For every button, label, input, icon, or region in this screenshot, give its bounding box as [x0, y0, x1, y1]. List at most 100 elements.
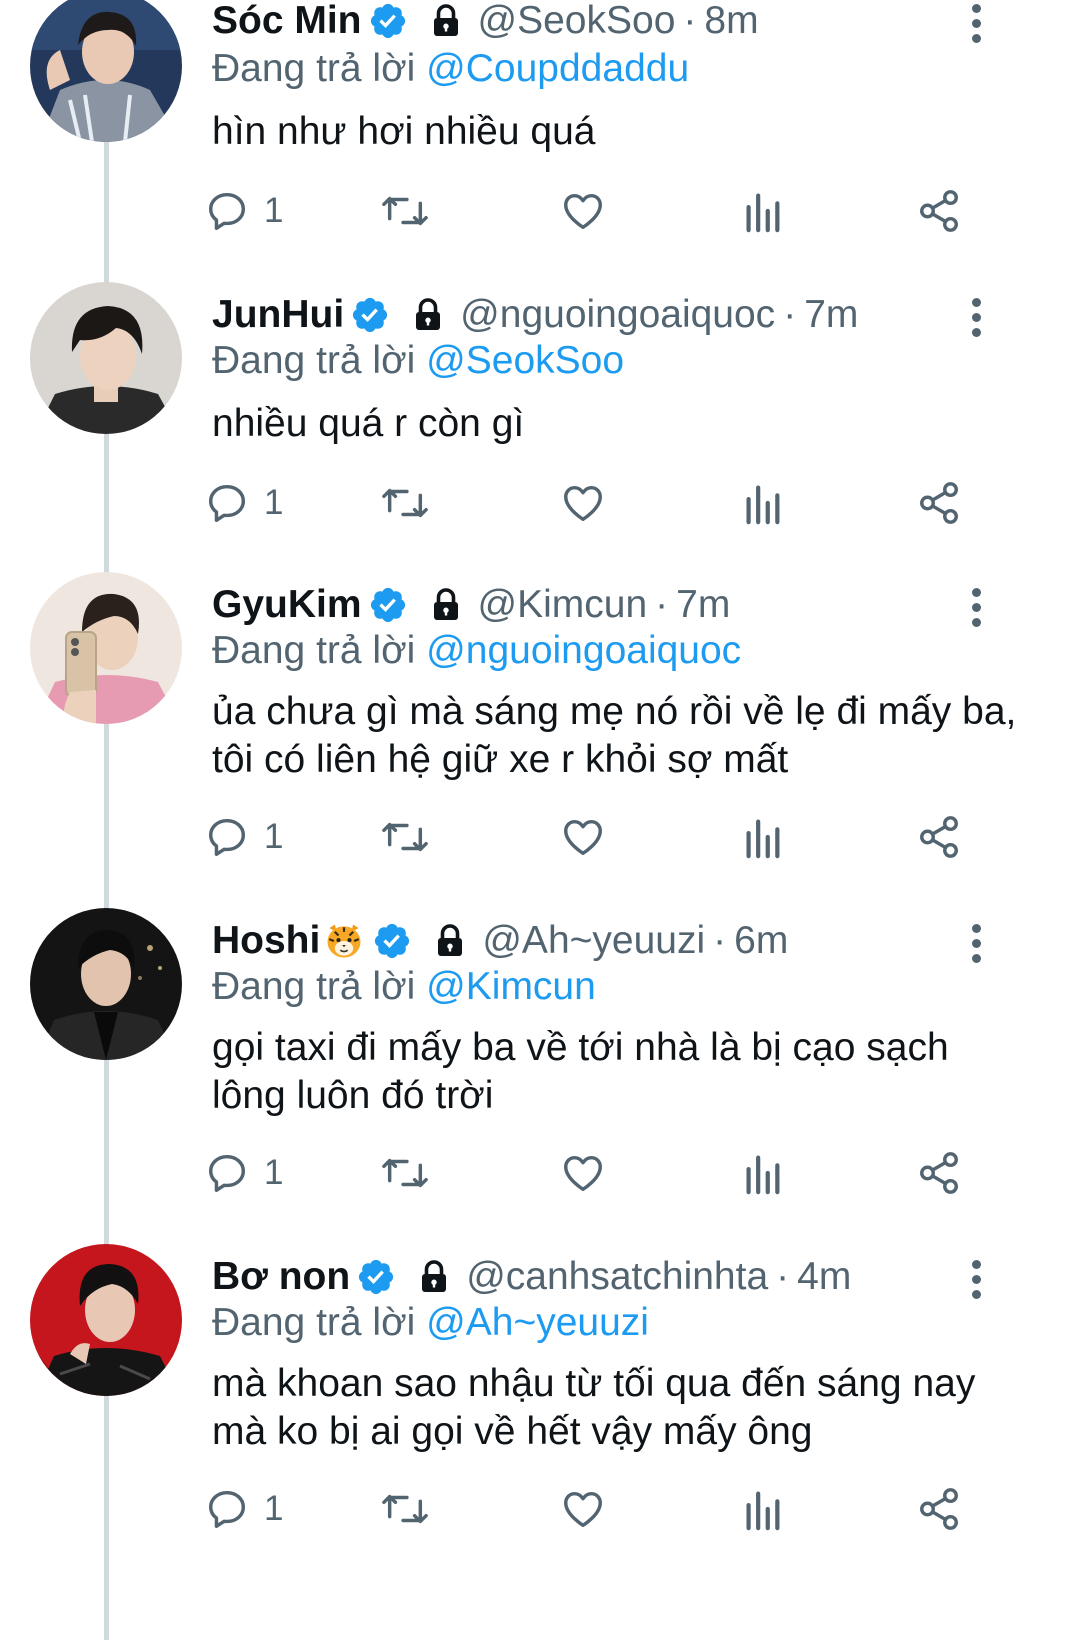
heart-icon [564, 193, 602, 230]
avatar[interactable] [30, 282, 182, 434]
timestamp[interactable]: 7m [804, 292, 858, 338]
retweet-button[interactable] [380, 812, 430, 862]
timestamp[interactable]: 6m [734, 918, 788, 964]
display-name[interactable]: GyuKim [212, 582, 362, 628]
like-button[interactable] [560, 478, 606, 528]
handle[interactable]: @canhsatchinhta [466, 1254, 768, 1300]
tweet-text: mà khoan sao nhậu từ tối qua đến sáng na… [212, 1362, 976, 1453]
reply-to-mention[interactable]: @Kimcun [426, 965, 596, 1008]
more-options-icon[interactable] [964, 1254, 988, 1304]
action-bar: 1 [208, 1484, 1012, 1534]
share-button[interactable] [916, 1148, 962, 1198]
lock-icon [416, 1258, 452, 1296]
share-icon [920, 482, 958, 524]
like-button[interactable] [560, 186, 606, 236]
display-name[interactable]: Bơ non [212, 1254, 350, 1300]
handle[interactable]: @Kimcun [478, 582, 648, 628]
tweet[interactable]: Sóc Min @SeokSoo · 8m Đang trả lời @Coup… [0, 0, 1080, 280]
tweet[interactable]: Hoshi @Ah~yeuuzi · 6m Đang trả lời @Kimc… [0, 908, 1080, 1244]
separator-dot: · [783, 293, 797, 336]
timestamp[interactable]: 7m [676, 582, 730, 628]
like-button[interactable] [560, 1484, 606, 1534]
share-icon [920, 816, 958, 858]
more-options-icon[interactable] [964, 918, 988, 968]
handle[interactable]: @nguoingoaiquoc [460, 292, 775, 338]
lock-icon [428, 586, 464, 624]
reply-icon [208, 1490, 246, 1528]
reply-button[interactable]: 1 [204, 1484, 283, 1534]
reply-count: 1 [264, 1489, 284, 1528]
analytics-icon [746, 1155, 780, 1195]
tweet-text: hìn như hơi nhiều quá [212, 110, 596, 153]
lock-icon [410, 296, 446, 334]
reply-button[interactable]: 1 [204, 812, 283, 862]
reply-button[interactable]: 1 [204, 478, 283, 528]
retweet-button[interactable] [380, 478, 430, 528]
views-button[interactable] [742, 478, 782, 528]
views-button[interactable] [742, 1484, 782, 1534]
views-button[interactable] [742, 1148, 782, 1198]
reply-button[interactable]: 1 [204, 1148, 283, 1198]
avatar[interactable] [30, 908, 182, 1060]
share-button[interactable] [916, 186, 962, 236]
separator-dot: · [655, 583, 669, 626]
timestamp[interactable]: 8m [704, 0, 758, 44]
display-name[interactable]: JunHui [212, 292, 344, 338]
reply-to-mention[interactable]: @nguoingoaiquoc [426, 629, 741, 672]
tweet[interactable]: GyuKim @Kimcun · 7m Đang trả lời @nguoin… [0, 572, 1080, 908]
reply-button[interactable]: 1 [204, 186, 283, 236]
verified-badge-icon [350, 295, 390, 335]
analytics-icon [746, 819, 780, 859]
replying-label: Đang trả lời [212, 965, 416, 1008]
like-button[interactable] [560, 812, 606, 862]
retweet-icon [382, 196, 428, 226]
tweet-header: JunHui @nguoingoaiquoc · 7m [212, 292, 1080, 338]
share-button[interactable] [916, 478, 962, 528]
verified-badge-icon [372, 921, 412, 961]
share-icon [920, 1152, 958, 1194]
handle[interactable]: @SeokSoo [478, 0, 676, 44]
avatar[interactable] [30, 572, 182, 724]
reply-icon [208, 192, 246, 230]
heart-icon [564, 1155, 602, 1192]
tweet[interactable]: JunHui @nguoingoaiquoc · 7m Đang trả lời… [0, 280, 1080, 570]
analytics-icon [746, 193, 780, 233]
avatar[interactable] [30, 0, 182, 142]
replying-to: Đang trả lời @Coupddaddu [212, 46, 689, 92]
heart-icon [564, 1491, 602, 1528]
share-button[interactable] [916, 812, 962, 862]
replying-label: Đang trả lời [212, 47, 416, 90]
replying-to: Đang trả lời @Kimcun [212, 964, 596, 1010]
reply-icon [208, 1154, 246, 1192]
display-name[interactable]: Hoshi [212, 918, 320, 964]
replying-label: Đang trả lời [212, 629, 416, 672]
analytics-icon [746, 1491, 780, 1531]
more-options-icon[interactable] [964, 0, 988, 48]
avatar[interactable] [30, 1244, 182, 1396]
verified-badge-icon [356, 1257, 396, 1297]
reply-icon [208, 818, 246, 856]
tweet[interactable]: Bơ non @canhsatchinhta · 4m Đang trả lời… [0, 1244, 1080, 1640]
reply-to-mention[interactable]: @SeokSoo [426, 339, 624, 382]
views-button[interactable] [742, 186, 782, 236]
lock-icon [428, 2, 464, 40]
handle[interactable]: @Ah~yeuuzi [482, 918, 705, 964]
retweet-button[interactable] [380, 1148, 430, 1198]
views-button[interactable] [742, 812, 782, 862]
replying-label: Đang trả lời [212, 339, 416, 382]
retweet-icon [382, 1494, 428, 1524]
reply-to-mention[interactable]: @Ah~yeuuzi [426, 1301, 649, 1344]
timestamp[interactable]: 4m [797, 1254, 851, 1300]
separator-dot: · [683, 0, 697, 42]
retweet-button[interactable] [380, 186, 430, 236]
share-button[interactable] [916, 1484, 962, 1534]
reply-count: 1 [264, 191, 284, 230]
like-button[interactable] [560, 1148, 606, 1198]
display-name[interactable]: Sóc Min [212, 0, 362, 44]
more-options-icon[interactable] [964, 292, 988, 342]
separator-dot: · [776, 1255, 790, 1298]
more-options-icon[interactable] [964, 582, 988, 632]
reply-to-mention[interactable]: @Coupddaddu [426, 47, 689, 90]
retweet-button[interactable] [380, 1484, 430, 1534]
replying-to: Đang trả lời @Ah~yeuuzi [212, 1300, 649, 1346]
